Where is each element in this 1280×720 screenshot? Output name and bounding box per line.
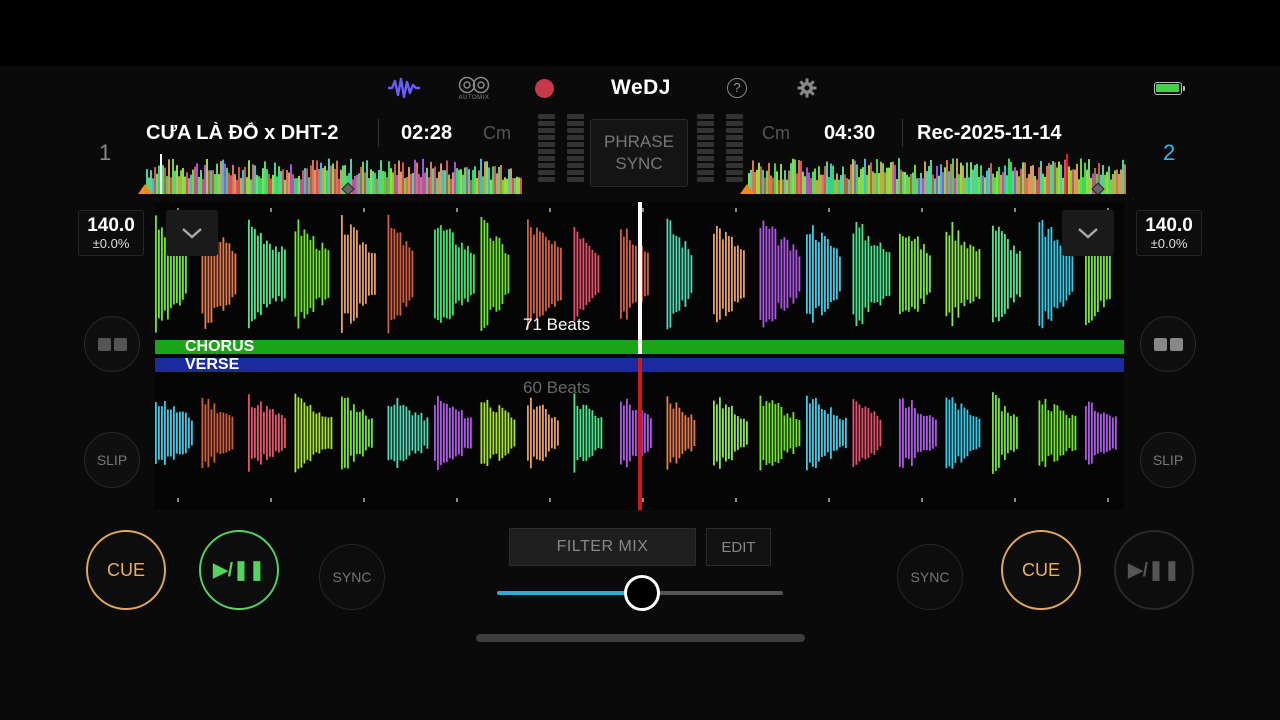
deck-1-sync-button[interactable]: SYNC	[319, 544, 385, 610]
letterbox-top	[0, 0, 1280, 66]
filter-mix-button[interactable]: FILTER MIX	[509, 528, 696, 566]
help-button[interactable]: ?	[726, 74, 748, 102]
deck-2-key: Cm	[762, 122, 790, 143]
settings-button[interactable]	[795, 74, 819, 102]
phrase-sync-label-line1: PHRASE	[604, 132, 674, 151]
deck-2-collapse-button[interactable]	[1062, 210, 1114, 256]
crossfader-track-right	[642, 591, 783, 595]
deck-2-cue-button[interactable]: CUE	[1001, 530, 1081, 610]
deck-2-number[interactable]: 2	[1163, 140, 1175, 166]
loop-icon	[97, 337, 127, 351]
deck-1-bpm-display[interactable]: 140.0 ±0.0%	[78, 210, 144, 256]
deck-1-number[interactable]: 1	[99, 140, 111, 166]
help-icon: ?	[727, 78, 747, 98]
edit-button[interactable]: EDIT	[706, 528, 771, 566]
record-icon	[534, 78, 554, 98]
deck-1-cue-button[interactable]: CUE	[86, 530, 166, 610]
deck-1-bpm: 140.0	[87, 215, 135, 236]
deck-1-info[interactable]: CƯA LÀ ĐỖ x DHT-2 02:28 Cm	[146, 112, 516, 154]
automix-button[interactable]: AUTOMIX	[454, 74, 494, 102]
divider	[378, 119, 379, 147]
deck-2-play-pause-button[interactable]: ▶/❚❚	[1114, 530, 1194, 610]
deck-2-beat-countdown: 60 Beats	[523, 378, 591, 397]
record-button[interactable]	[533, 74, 555, 102]
deck-2-slip-button[interactable]: SLIP	[1140, 432, 1196, 488]
deck-1-key: Cm	[483, 122, 511, 143]
automix-icon	[458, 76, 490, 93]
deck-2-pitch: ±0.0%	[1150, 236, 1188, 251]
crossfader[interactable]	[497, 574, 783, 612]
deck-1-slip-button[interactable]: SLIP	[84, 432, 140, 488]
waveform-display[interactable]: 71 Beats 60 Beats CHORUS VERSE	[155, 202, 1124, 510]
deck-2-sync-button[interactable]: SYNC	[897, 544, 963, 610]
deck-1-loop-button[interactable]	[84, 316, 140, 372]
home-indicator	[476, 634, 805, 642]
deck-2-bpm-display[interactable]: 140.0 ±0.0%	[1136, 210, 1202, 256]
phrase-sync-button[interactable]: PHRASE SYNC	[590, 119, 688, 187]
chevron-down-icon	[182, 228, 202, 239]
waveform-view-icon[interactable]	[386, 74, 422, 102]
loop-icon	[1153, 337, 1183, 351]
deck-1-pitch: ±0.0%	[92, 236, 130, 251]
gear-icon	[797, 78, 817, 98]
deck-1-collapse-button[interactable]	[166, 210, 218, 256]
divider	[902, 119, 903, 147]
crossfader-track-left	[497, 591, 642, 595]
deck-2-time: 04:30	[824, 121, 876, 144]
deck-2-level-meter	[697, 114, 743, 188]
phrase-sync-label-line2: SYNC	[615, 154, 663, 173]
deck-1-track-title: CƯA LÀ ĐỖ x DHT-2	[146, 121, 339, 144]
deck-1-beat-countdown: 71 Beats	[523, 315, 591, 334]
deck-2-overview-waveform[interactable]	[740, 154, 1134, 194]
deck-2-info[interactable]: Cm 04:30 Rec-2025-11-14	[762, 112, 1134, 154]
deck-1-time: 02:28	[401, 121, 453, 144]
deck-1-play-pause-button[interactable]: ▶/❚❚	[199, 530, 279, 610]
top-toolbar: AUTOMIX WeDJ ?	[0, 66, 1280, 110]
deck-2-loop-button[interactable]	[1140, 316, 1196, 372]
deck-2-bpm: 140.0	[1145, 215, 1193, 236]
deck-1-overview-waveform[interactable]	[138, 154, 530, 194]
chevron-down-icon	[1078, 228, 1098, 239]
phrase-chorus-label: CHORUS	[185, 338, 255, 355]
deck-1-level-meter	[538, 114, 584, 188]
phrase-verse-label: VERSE	[185, 356, 240, 373]
app-logo: WeDJ	[611, 76, 671, 99]
automix-label: AUTOMIX	[458, 94, 490, 101]
battery-icon	[1152, 74, 1186, 102]
deck-2-track-title: Rec-2025-11-14	[917, 121, 1062, 144]
crossfader-knob[interactable]	[624, 575, 660, 611]
